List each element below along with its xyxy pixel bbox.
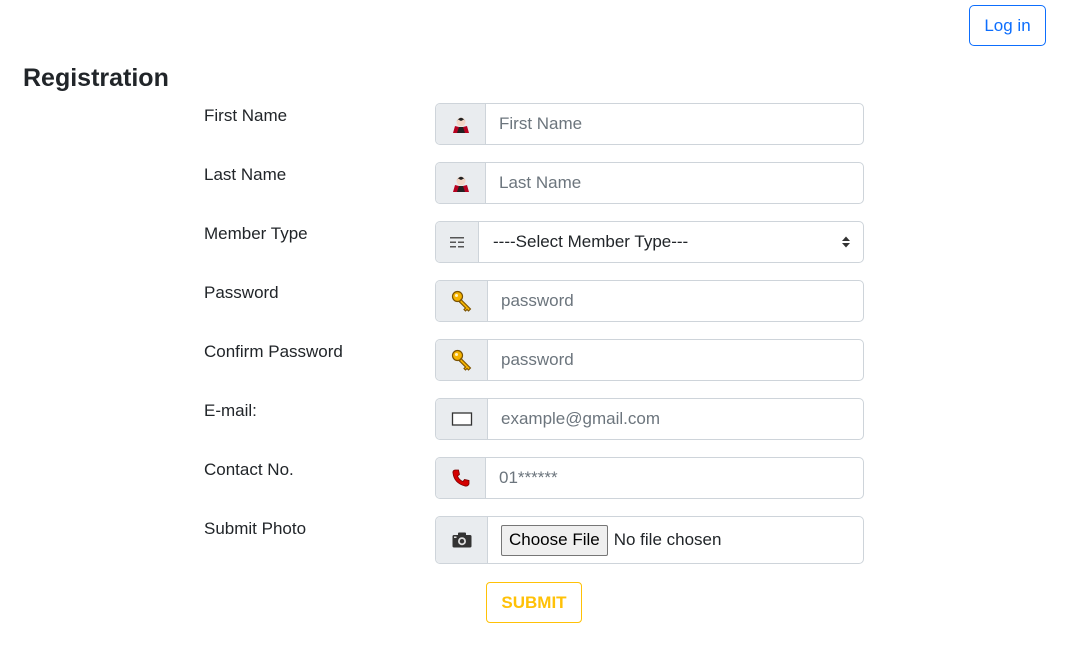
contact-label: Contact No.	[204, 460, 294, 479]
key-icon	[436, 340, 488, 380]
submit-button[interactable]: SUBMIT	[486, 582, 582, 623]
camera-icon	[436, 517, 488, 563]
member-type-label: Member Type	[204, 224, 308, 243]
photo-label: Submit Photo	[204, 519, 307, 538]
member-type-select[interactable]: ----Select Member Type---	[479, 222, 863, 262]
first-name-label: First Name	[204, 106, 288, 125]
login-button[interactable]: Log in	[969, 5, 1046, 46]
member-type-group: ----Select Member Type---	[435, 221, 864, 263]
password-label: Password	[204, 283, 279, 302]
last-name-label: Last Name	[204, 165, 287, 184]
member-type-selected: ----Select Member Type---	[493, 232, 689, 251]
contact-group: 01******	[435, 457, 864, 499]
list-icon	[436, 222, 479, 262]
photo-file-input[interactable]: Choose File No file chosen	[488, 517, 863, 563]
email-group: example@gmail.com	[435, 398, 864, 440]
confirm-password-label: Confirm Password	[204, 342, 343, 361]
person-icon	[436, 104, 486, 144]
contact-input[interactable]: 01******	[486, 458, 863, 498]
person-icon	[436, 163, 486, 203]
password-input[interactable]: password	[488, 281, 863, 321]
last-name-group: Last Name	[435, 162, 864, 204]
password-group: password	[435, 280, 864, 322]
first-name-input[interactable]: First Name	[486, 104, 863, 144]
email-input[interactable]: example@gmail.com	[488, 399, 863, 439]
confirm-password-input[interactable]: password	[488, 340, 863, 380]
choose-file-button[interactable]: Choose File	[501, 524, 608, 556]
email-label: E-mail:	[204, 401, 257, 420]
last-name-input[interactable]: Last Name	[486, 163, 863, 203]
page-title: Registration	[23, 64, 169, 92]
confirm-password-group: password	[435, 339, 864, 381]
file-status: No file chosen	[613, 530, 722, 549]
phone-icon	[436, 458, 486, 498]
photo-group: Choose File No file chosen	[435, 516, 864, 564]
key-icon	[436, 281, 488, 321]
envelope-icon	[436, 399, 488, 439]
first-name-group: First Name	[435, 103, 864, 145]
select-arrows-icon	[842, 236, 850, 248]
